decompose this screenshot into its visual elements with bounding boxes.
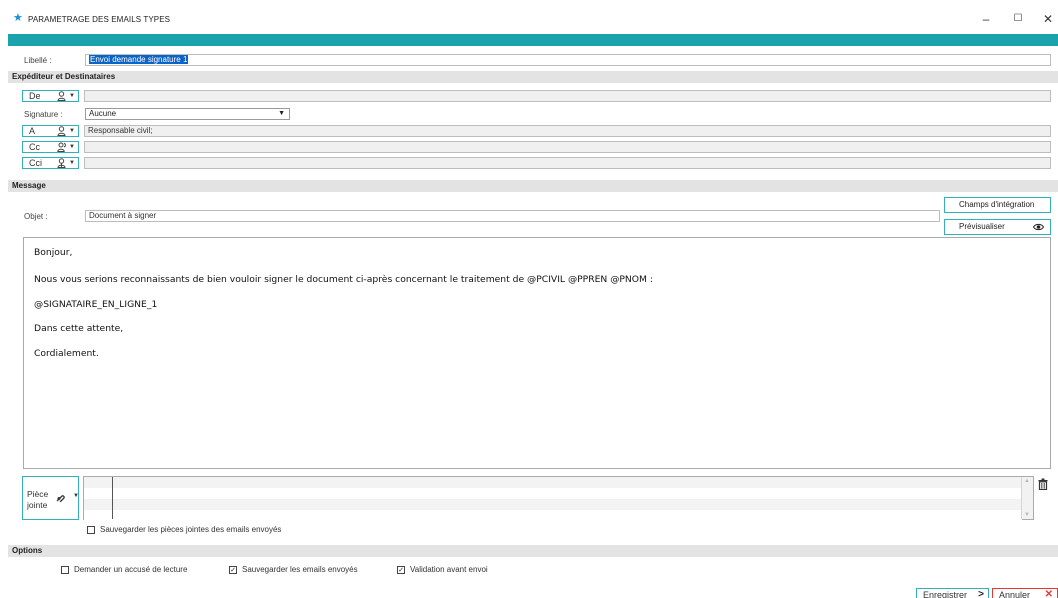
previsualiser-button[interactable]: Prévisualiser: [944, 219, 1051, 235]
trash-icon[interactable]: [1038, 478, 1048, 491]
body-line: Cordialement.: [34, 348, 99, 359]
libelle-label: Libellé :: [24, 56, 52, 65]
attachment-icon: [56, 492, 66, 504]
cci-button[interactable]: Cci ▼: [22, 157, 79, 169]
checkbox-box: [61, 566, 69, 574]
chevron-down-icon: ▼: [278, 110, 285, 117]
section-header-options: Options: [8, 545, 1058, 557]
save-attachments-label: Sauvegarder les pièces jointes des email…: [100, 525, 282, 534]
signature-select[interactable]: Aucune ▼: [85, 108, 290, 120]
a-button[interactable]: A ▼: [22, 125, 79, 137]
cc-field[interactable]: [84, 141, 1051, 153]
cci-label: Cci: [29, 158, 42, 168]
section-header-message: Message: [8, 180, 1058, 192]
checkmark-icon: ✓: [397, 566, 405, 574]
a-label: A: [29, 126, 36, 136]
checkmark-icon: ✓: [229, 566, 237, 574]
column-divider: [112, 477, 113, 519]
vertical-scrollbar[interactable]: ▲ ▼: [1021, 477, 1033, 519]
validation-label: Validation avant envoi: [410, 565, 488, 574]
chevron-down-icon: ▼: [73, 493, 79, 499]
table-row: [84, 488, 1022, 499]
validation-checkbox[interactable]: ✓ Validation avant envoi: [397, 565, 488, 575]
chevron-right-icon: >: [978, 589, 984, 598]
objet-label: Objet :: [24, 212, 48, 221]
piece-jointe-label: jointe: [27, 500, 48, 510]
cc-button[interactable]: Cc ▼: [22, 141, 79, 153]
table-row: [84, 499, 1022, 510]
header-accent-bar: [8, 34, 1058, 46]
cci-field[interactable]: [84, 157, 1051, 169]
piece-jointe-button[interactable]: Pièce jointe ▼: [22, 476, 79, 520]
body-line: Nous vous serions reconnaissants de bien…: [34, 274, 653, 285]
cancel-button[interactable]: Annuler ✕: [992, 588, 1058, 598]
libelle-value: Envoi demande signature 1: [89, 55, 189, 64]
champs-integration-button[interactable]: Champs d'intégration: [944, 197, 1051, 213]
save-attachments-checkbox[interactable]: Sauvegarder les pièces jointes des email…: [87, 525, 281, 535]
save-emails-label: Sauvegarder les emails envoyés: [242, 565, 358, 574]
hidden-person-icon: [57, 158, 66, 170]
body-line: Dans cette attente,: [34, 323, 124, 334]
piece-jointe-label: Pièce: [27, 489, 49, 499]
signature-value: Aucune: [89, 109, 117, 118]
minimize-button[interactable]: –: [977, 10, 995, 28]
save-button[interactable]: Enregistrer >: [916, 588, 989, 598]
a-field[interactable]: Responsable civil;: [84, 125, 1051, 137]
close-button[interactable]: ✕: [1039, 10, 1057, 28]
eye-icon: [1032, 220, 1045, 236]
body-line: @SIGNATAIRE_EN_LIGNE_1: [34, 299, 158, 310]
save-label: Enregistrer: [923, 590, 968, 598]
checkbox-box: [87, 526, 95, 534]
de-label: De: [29, 91, 41, 101]
de-button[interactable]: De ▼: [22, 90, 79, 102]
libelle-input[interactable]: Envoi demande signature 1: [85, 54, 1051, 66]
chevron-up-icon[interactable]: ▲: [1024, 478, 1030, 484]
objet-input[interactable]: Document à signer: [85, 210, 940, 222]
attachments-table[interactable]: ▲ ▼: [83, 476, 1034, 521]
group-icon: [57, 142, 67, 154]
accuse-lecture-checkbox[interactable]: Demander un accusé de lecture: [61, 565, 187, 575]
message-body-editor[interactable]: Bonjour, Nous vous serions reconnaissant…: [23, 237, 1051, 469]
chevron-down-icon: ▼: [69, 128, 75, 134]
close-icon: ✕: [1044, 589, 1053, 598]
save-emails-checkbox[interactable]: ✓ Sauvegarder les emails envoyés: [229, 565, 358, 575]
section-header-expediteur: Expéditeur et Destinataires: [8, 71, 1058, 83]
table-row: [84, 477, 1022, 488]
signature-label: Signature :: [24, 110, 63, 119]
window-title: PARAMETRAGE DES EMAILS TYPES: [28, 15, 171, 24]
chevron-down-icon: ▼: [69, 93, 75, 99]
body-line: Bonjour,: [34, 247, 73, 258]
star-icon: ★: [13, 12, 23, 24]
chevron-down-icon: ▼: [69, 144, 75, 150]
table-row: [84, 510, 1022, 521]
person-icon: [57, 126, 66, 138]
maximize-button[interactable]: ☐: [1009, 10, 1027, 28]
cc-label: Cc: [29, 142, 40, 152]
previsualiser-label: Prévisualiser: [959, 222, 1005, 231]
title-bar: ★ PARAMETRAGE DES EMAILS TYPES – ☐ ✕: [0, 0, 1058, 34]
accuse-lecture-label: Demander un accusé de lecture: [74, 565, 188, 574]
de-field[interactable]: [84, 90, 1051, 102]
chevron-down-icon[interactable]: ▼: [1024, 512, 1030, 518]
cancel-label: Annuler: [999, 590, 1031, 598]
chevron-down-icon: ▼: [69, 160, 75, 166]
person-icon: [57, 91, 66, 103]
